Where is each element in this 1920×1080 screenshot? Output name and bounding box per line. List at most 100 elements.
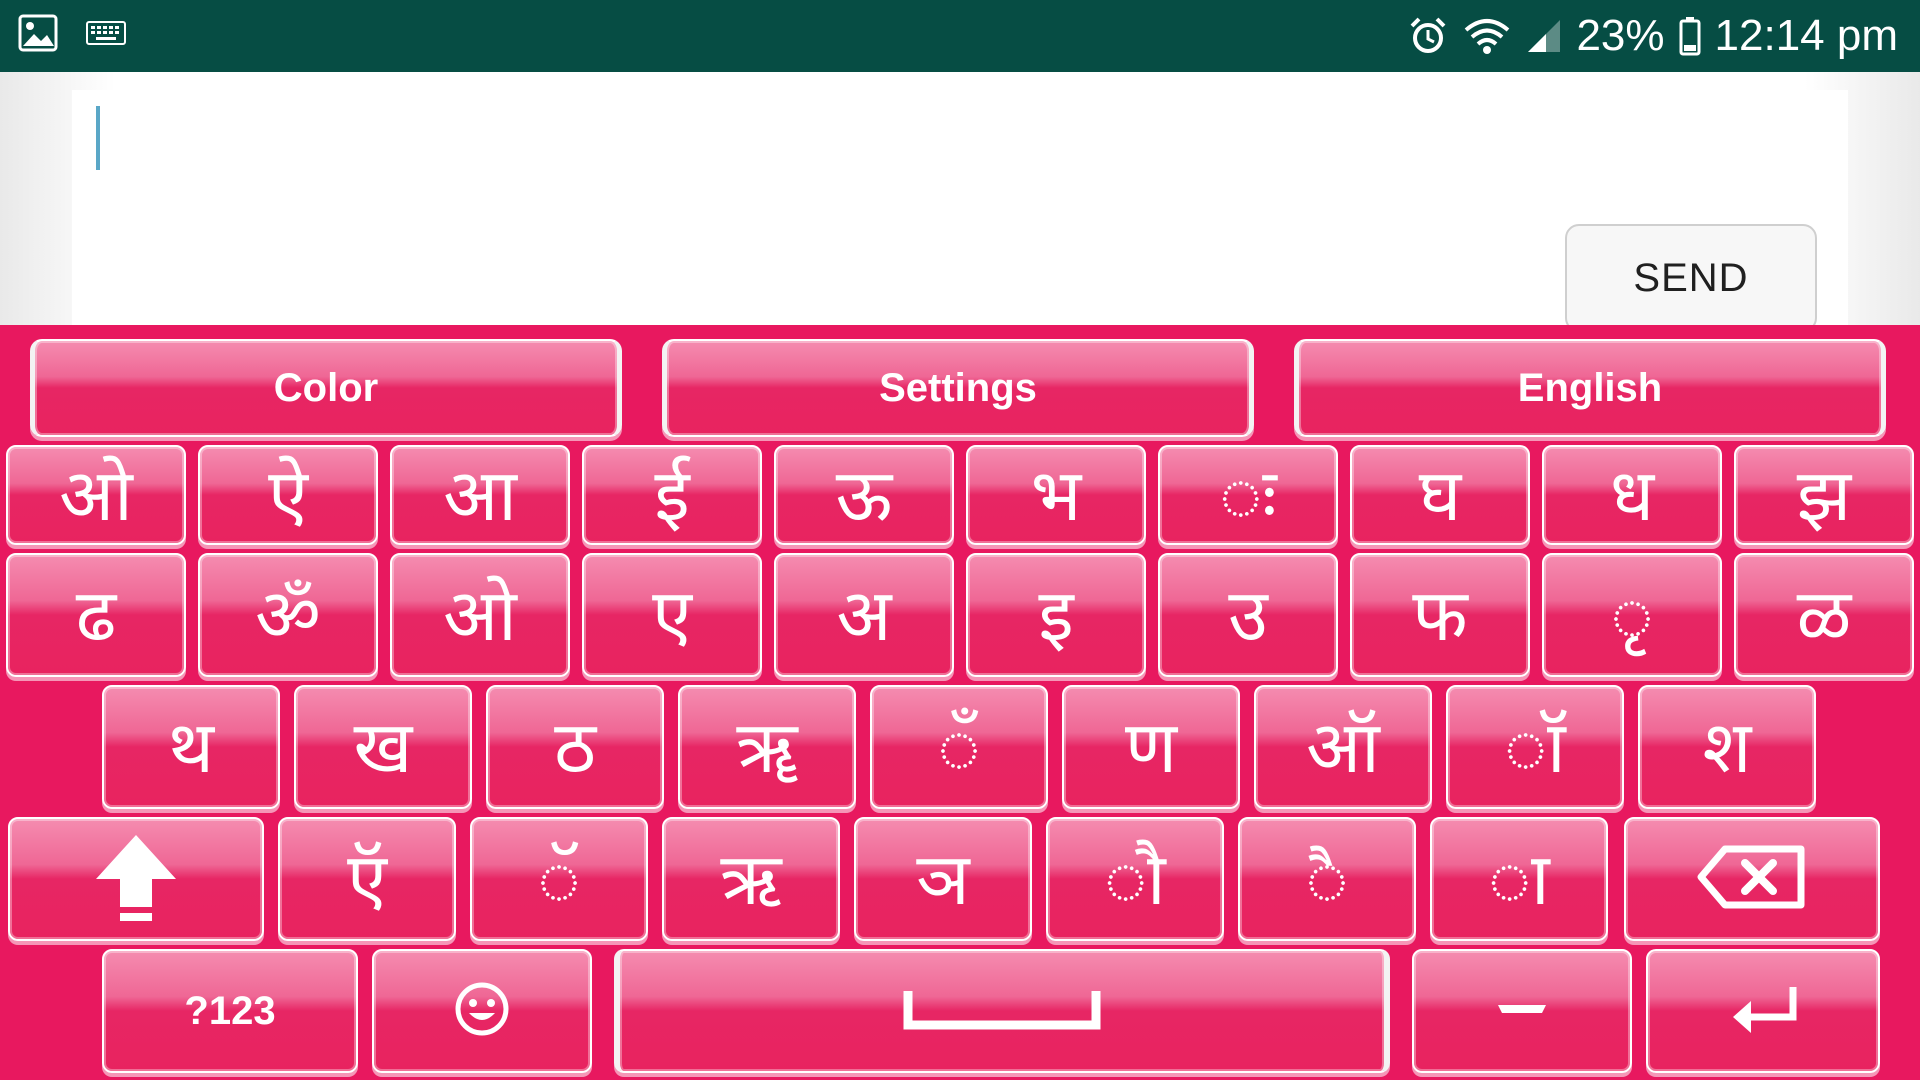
key-row4-1[interactable]: ऍ [278,817,456,941]
key-label: ऑ [1306,705,1380,789]
comma-key[interactable] [1412,949,1632,1073]
key-row4-7[interactable]: ा [1430,817,1608,941]
key-label: झ [1796,453,1852,537]
key-row1-6[interactable]: भ [966,445,1146,545]
signal-icon [1526,18,1562,54]
battery-percent: 23% [1576,11,1665,60]
numbers-label: ?123 [184,988,276,1033]
key-row1-9[interactable]: ध [1542,445,1722,545]
key-row3-2[interactable]: ख [294,685,472,809]
image-icon [18,14,58,52]
key-label: ई [654,453,690,537]
battery-icon [1679,16,1701,56]
color-button[interactable]: Color [30,339,622,437]
key-row1-2[interactable]: ऐ [198,445,378,545]
key-row3-7[interactable]: ऑ [1254,685,1432,809]
key-label: ऍ [347,837,387,921]
keyboard: Color Settings English ओ ऐ आ ई ऊ भ ः घ ध… [0,325,1920,1080]
key-label: ळ [1796,573,1852,657]
key-label: ॐ [255,573,321,657]
key-label: ृ [1610,573,1654,657]
key-row3-3[interactable]: ठ [486,685,664,809]
key-label: ॠ [736,705,798,789]
space-bar-icon [902,987,1102,1035]
key-label: ॉ [1504,705,1566,789]
key-label: ओ [59,453,133,537]
key-row1-1[interactable]: ओ [6,445,186,545]
dash-icon [1494,997,1550,1025]
key-row1-8[interactable]: घ [1350,445,1530,545]
backspace-key[interactable] [1624,817,1880,941]
key-label: ढ [75,573,117,657]
emoji-key[interactable] [372,949,592,1073]
key-row2-4[interactable]: ए [582,553,762,677]
key-row1-4[interactable]: ई [582,445,762,545]
key-label: आ [443,453,517,537]
settings-button[interactable]: Settings [662,339,1254,437]
shift-key[interactable] [8,817,264,941]
key-row3-4[interactable]: ॠ [678,685,856,809]
key-label: ऐ [268,453,308,537]
key-label: ौ [1104,837,1166,921]
send-button[interactable]: SEND [1565,224,1817,332]
key-row2-8[interactable]: फ [1350,553,1530,677]
key-row2-1[interactable]: ढ [6,553,186,677]
key-row3-6[interactable]: ण [1062,685,1240,809]
key-row1-3[interactable]: आ [390,445,570,545]
key-row2-5[interactable]: अ [774,553,954,677]
key-row3-8[interactable]: ॉ [1446,685,1624,809]
alarm-icon [1408,16,1448,56]
key-label: उ [1228,573,1268,657]
key-row2-9[interactable]: ृ [1542,553,1722,677]
key-label: ै [1305,837,1349,921]
key-row2-6[interactable]: इ [966,553,1146,677]
key-row3-1[interactable]: थ [102,685,280,809]
key-row2-7[interactable]: उ [1158,553,1338,677]
key-label: ठ [554,705,596,789]
key-row2-3[interactable]: ओ [390,553,570,677]
key-label: अ [836,573,892,657]
key-row2-10[interactable]: ळ [1734,553,1914,677]
key-label: ए [652,573,692,657]
key-label: ऋ [720,837,782,921]
key-label: ओ [443,573,517,657]
key-label: ः [1219,453,1277,537]
text-cursor [96,106,100,170]
key-label: इ [1038,573,1074,657]
key-label: भ [1030,453,1082,537]
key-row1-7[interactable]: ः [1158,445,1338,545]
key-label: ँ [937,705,981,789]
key-row3-9[interactable]: श [1638,685,1816,809]
key-label: ख [353,705,413,789]
status-bar: 23% 12:14 pm [0,0,1920,72]
language-button[interactable]: English [1294,339,1886,437]
key-label: फ [1412,573,1468,657]
key-label: ा [1488,837,1550,921]
key-label: ॅ [537,837,581,921]
wifi-icon [1462,16,1512,56]
enter-key[interactable] [1646,949,1880,1073]
numbers-key[interactable]: ?123 [102,949,358,1073]
enter-icon [1725,983,1801,1039]
key-row1-10[interactable]: झ [1734,445,1914,545]
key-label: ञ [916,837,970,921]
key-row1-5[interactable]: ऊ [774,445,954,545]
key-row4-5[interactable]: ौ [1046,817,1224,941]
key-row4-6[interactable]: ै [1238,817,1416,941]
key-row4-4[interactable]: ञ [854,817,1032,941]
clock: 12:14 pm [1714,11,1898,60]
key-label: घ [1418,453,1462,537]
key-row2-2[interactable]: ॐ [198,553,378,677]
key-row4-2[interactable]: ॅ [470,817,648,941]
key-row4-3[interactable]: ऋ [662,817,840,941]
keyboard-icon [86,21,126,45]
smiley-icon [454,981,510,1041]
key-label: थ [167,705,214,789]
key-row3-5[interactable]: ँ [870,685,1048,809]
compose-area: SEND [0,72,1920,332]
backspace-icon [1697,845,1807,913]
key-label: ध [1609,453,1655,537]
space-key[interactable] [614,949,1390,1073]
shift-arrow-icon [88,829,184,929]
key-label: ऊ [835,453,893,537]
